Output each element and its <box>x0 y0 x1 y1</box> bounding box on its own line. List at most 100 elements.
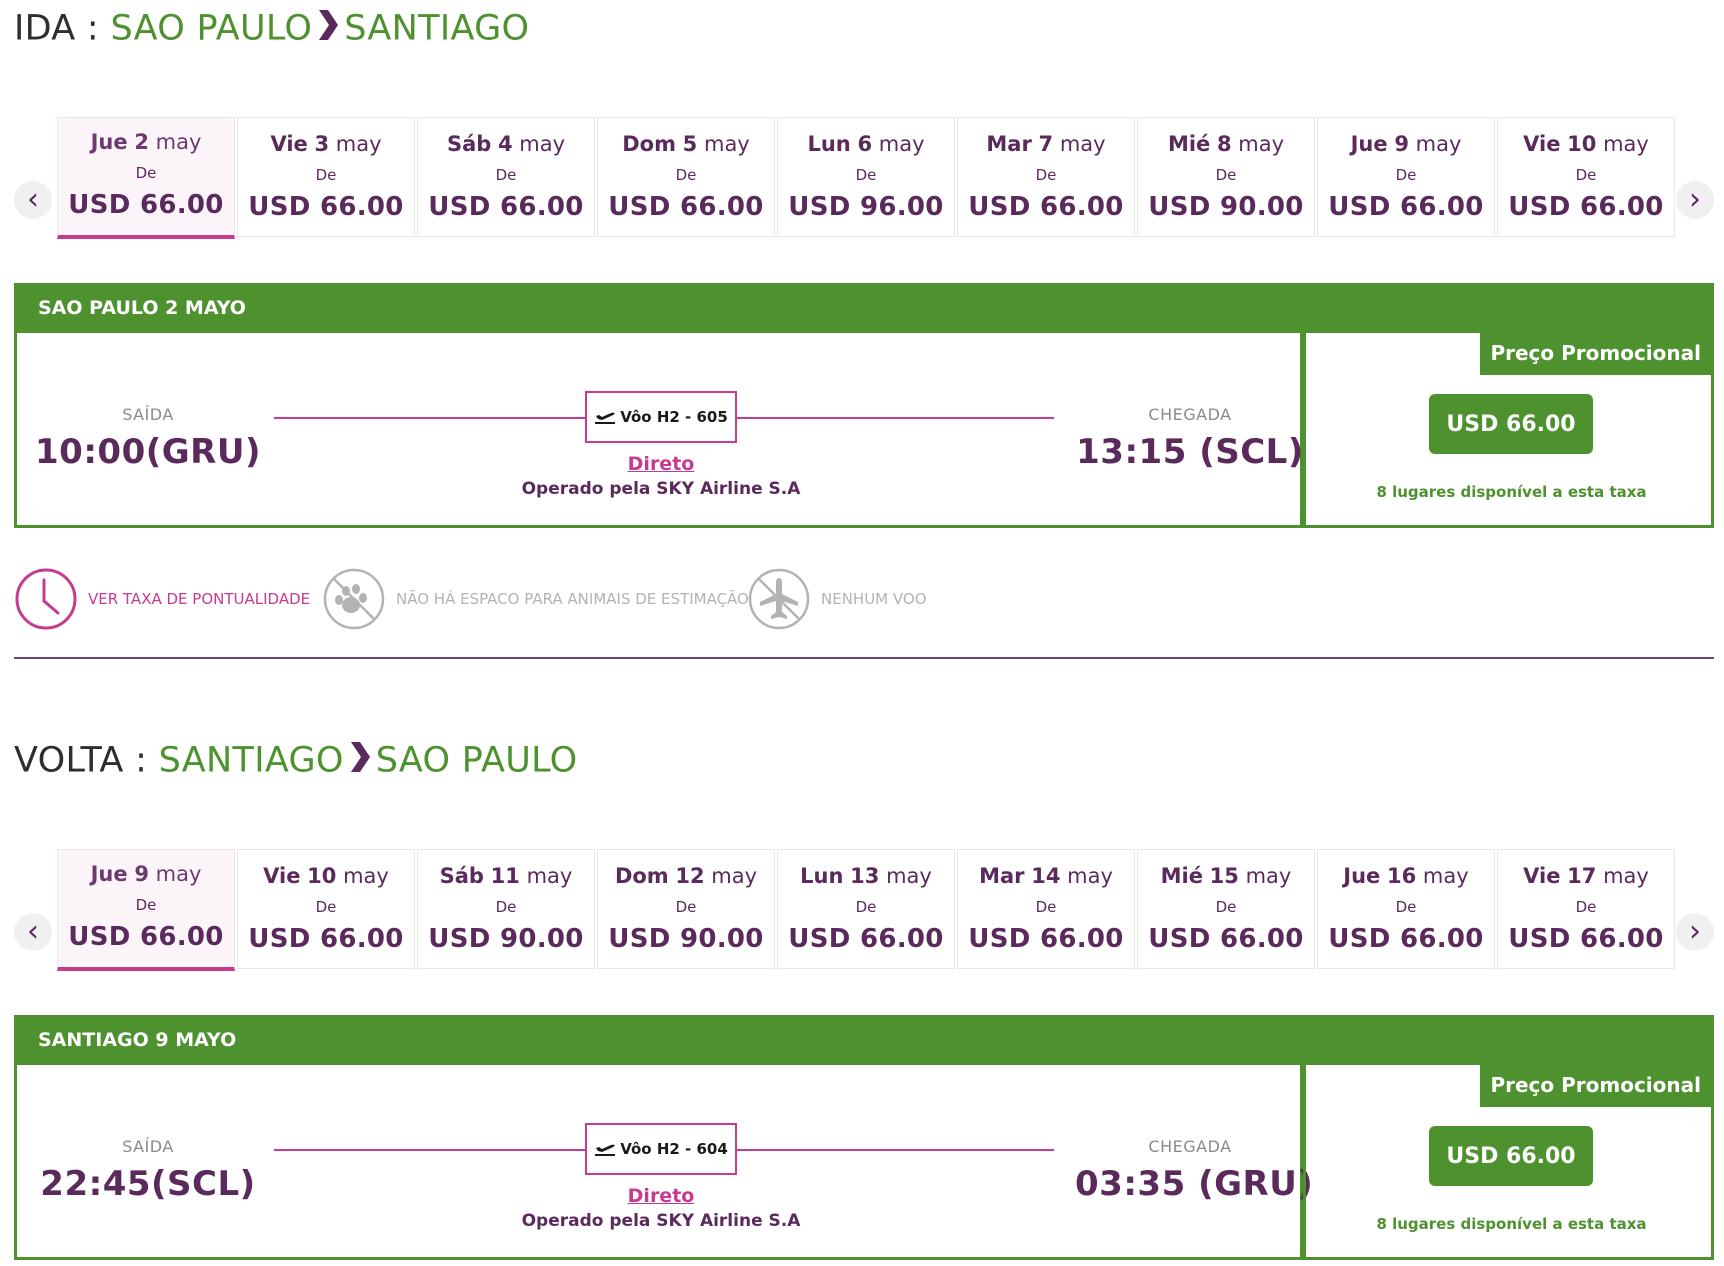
outbound-day-list: Jue 2 may De USD 66.00 Vie 3 may De USD … <box>57 117 1677 241</box>
date-option[interactable]: Vie 10 may De USD 66.00 <box>1497 117 1675 237</box>
punctuality-link[interactable]: VER TAXA DE PONTUALIDADE <box>88 590 310 608</box>
day-name: Sáb <box>439 864 484 888</box>
date-label: Jue 9 may <box>58 862 234 886</box>
date-label: Vie 10 may <box>238 864 414 888</box>
from-label: De <box>855 166 877 184</box>
date-option[interactable]: Lun 13 may De USD 66.00 <box>777 849 955 969</box>
date-option[interactable]: Vie 3 may De USD 66.00 <box>237 117 415 237</box>
from-label: De <box>1395 166 1417 184</box>
date-option[interactable]: Dom 5 may De USD 66.00 <box>597 117 775 237</box>
flight-details: SAÍDA 10:00(GRU) Vôo H2 - 605 CHEGADA 13… <box>14 333 1303 528</box>
chevron-left-icon: ‹ <box>27 914 39 949</box>
date-option[interactable]: Lun 6 may De USD 96.00 <box>777 117 955 237</box>
previous-dates-button[interactable]: ‹ <box>14 181 52 219</box>
section-divider <box>14 657 1714 659</box>
date-option[interactable]: Sáb 11 may De USD 90.00 <box>417 849 595 969</box>
month: may <box>1603 132 1649 156</box>
date-option[interactable]: Mié 8 may De USD 90.00 <box>1137 117 1315 237</box>
day-name: Mié <box>1160 864 1203 888</box>
date-option[interactable]: Vie 10 may De USD 66.00 <box>237 849 415 969</box>
route-origin: SANTIAGO <box>158 740 344 781</box>
from-label: De <box>1215 898 1237 916</box>
month: may <box>1245 864 1292 888</box>
select-fare-button[interactable]: USD 66.00 <box>1429 394 1593 454</box>
operator-text: Operado pela SKY Airline S.A <box>521 1211 801 1231</box>
next-dates-button[interactable]: › <box>1676 913 1714 951</box>
date-option[interactable]: Jue 16 may De USD 66.00 <box>1317 849 1495 969</box>
date-option[interactable]: Vie 17 may De USD 66.00 <box>1497 849 1675 969</box>
chevron-right-icon: › <box>1689 182 1701 217</box>
day-name: Dom <box>622 132 676 156</box>
from-label: De <box>495 166 517 184</box>
next-dates-button[interactable]: › <box>1676 181 1714 219</box>
from-label: De <box>315 898 337 916</box>
from-label: De <box>1395 898 1417 916</box>
date-label: Vie 17 may <box>1498 864 1674 888</box>
date-option[interactable]: Mar 7 may De USD 66.00 <box>957 117 1135 237</box>
arrival-time: 13:15 (SCL) <box>1076 432 1304 472</box>
chevron-right-icon: › <box>1689 914 1701 949</box>
promo-tag: Preço Promocional <box>1480 333 1711 375</box>
from-label: De <box>675 166 697 184</box>
chevron-right-icon <box>316 8 340 51</box>
select-fare-button[interactable]: USD 66.00 <box>1429 1126 1593 1186</box>
date-price: USD 66.00 <box>968 924 1124 954</box>
from-label: De <box>1035 898 1057 916</box>
departure-block: SAÍDA 10:00(GRU) <box>33 405 263 472</box>
day-number: 9 <box>134 862 149 886</box>
chevron-right-icon <box>348 740 372 783</box>
direct-link[interactable]: Direto <box>521 453 801 475</box>
date-option[interactable]: Jue 9 may De USD 66.00 <box>1317 117 1495 237</box>
from-label: De <box>495 898 517 916</box>
departure-block: SAÍDA 22:45(SCL) <box>33 1137 263 1204</box>
date-price: USD 66.00 <box>428 192 584 222</box>
day-number: 2 <box>134 130 149 154</box>
month: may <box>526 864 573 888</box>
day-number: 14 <box>1031 864 1061 888</box>
date-option[interactable]: Sáb 4 may De USD 66.00 <box>417 117 595 237</box>
month: may <box>711 864 758 888</box>
arrival-block: CHEGADA 03:35 (GRU) <box>1075 1137 1313 1204</box>
month: may <box>335 132 382 156</box>
date-option[interactable]: Jue 2 may De USD 66.00 <box>57 117 235 239</box>
date-option[interactable]: Jue 9 may De USD 66.00 <box>57 849 235 971</box>
flight-header: SANTIAGO 9 MAYO <box>14 1015 1714 1065</box>
date-option[interactable]: Mar 14 may De USD 66.00 <box>957 849 1135 969</box>
date-label: Mar 7 may <box>958 132 1134 156</box>
fare-panel: Preço Promocional USD 66.00 8 lugares di… <box>1303 1065 1714 1260</box>
date-label: Mar 14 may <box>958 864 1134 888</box>
day-number: 6 <box>857 132 873 156</box>
outbound-route-title: IDA : SAO PAULO SANTIAGO <box>14 8 529 51</box>
punctuality-feature[interactable]: VER TAXA DE PONTUALIDADE <box>14 563 310 635</box>
day-number: 17 <box>1567 864 1597 888</box>
date-price: USD 66.00 <box>68 190 224 220</box>
from-label: De <box>1215 166 1237 184</box>
date-label: Vie 3 may <box>238 132 414 156</box>
date-label: Jue 16 may <box>1318 864 1494 888</box>
return-route-title: VOLTA : SANTIAGO SAO PAULO <box>14 740 578 783</box>
route-prefix: IDA : <box>14 8 100 49</box>
day-name: Vie <box>1523 864 1561 888</box>
return-flight-card: SANTIAGO 9 MAYO SAÍDA 22:45(SCL) Vôo H2 … <box>14 1015 1714 1260</box>
flight-number-badge: Vôo H2 - 604 <box>585 1123 737 1175</box>
pets-feature: NÃO HÁ ESPACO PARA ANIMAIS DE ESTIMAÇÃO <box>322 563 749 635</box>
route-origin: SAO PAULO <box>110 8 313 49</box>
date-label: Lun 6 may <box>778 132 954 156</box>
month: may <box>1067 864 1113 888</box>
date-option[interactable]: Dom 12 may De USD 90.00 <box>597 849 775 969</box>
day-name: Lun <box>807 132 851 156</box>
day-name: Jue <box>90 130 128 154</box>
flight-number: Vôo H2 - 604 <box>620 1140 728 1158</box>
date-price: USD 66.00 <box>608 192 764 222</box>
date-price: USD 66.00 <box>1328 192 1484 222</box>
from-label: De <box>855 898 877 916</box>
date-label: Vie 10 may <box>1498 132 1674 156</box>
flight-number: Vôo H2 - 605 <box>620 408 728 426</box>
date-option[interactable]: Mié 15 may De USD 66.00 <box>1137 849 1315 969</box>
day-name: Mar <box>979 864 1025 888</box>
pets-text: NÃO HÁ ESPACO PARA ANIMAIS DE ESTIMAÇÃO <box>396 590 749 608</box>
direct-link[interactable]: Direto <box>521 1185 801 1207</box>
previous-dates-button[interactable]: ‹ <box>14 913 52 951</box>
month: may <box>1238 132 1285 156</box>
day-number: 4 <box>497 132 513 156</box>
